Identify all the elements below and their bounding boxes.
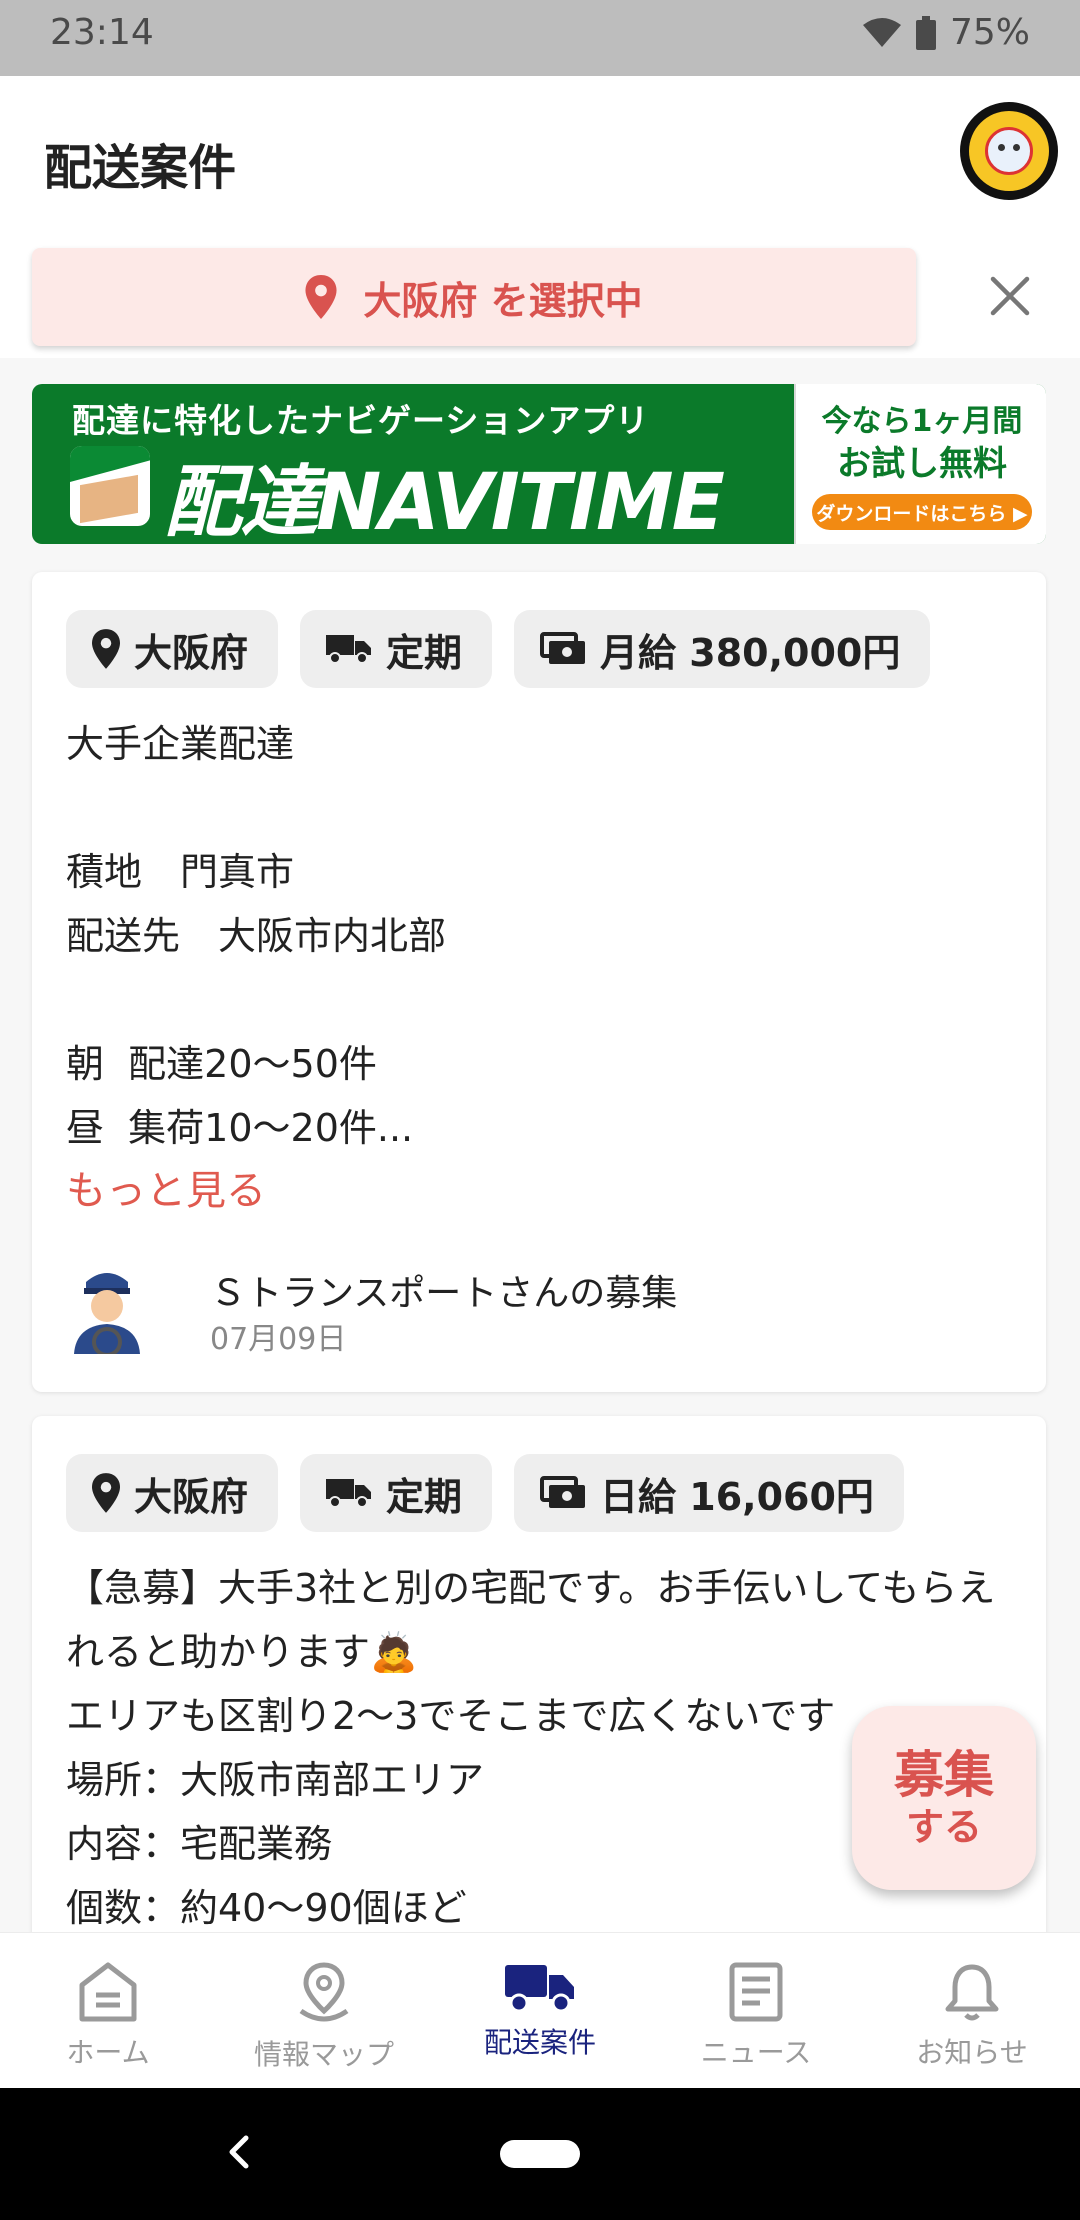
truck-icon bbox=[326, 1479, 372, 1508]
job-tags: 大阪府 定期 日給 16,060円 bbox=[66, 1454, 904, 1532]
job-type-label: 定期 bbox=[386, 1474, 463, 1519]
post-job-label-line1: 募集 bbox=[894, 1746, 994, 1804]
banner-promo-line2: お試し無料 bbox=[837, 444, 1007, 484]
job-list[interactable]: 配達に特化したナビゲーションアプリ 配達NAVITIME 今なら1ヶ月間 お試し… bbox=[0, 358, 1080, 1932]
pay-label: 月給 380,000円 bbox=[600, 630, 901, 675]
region-filter-chip[interactable]: 大阪府 を選択中 bbox=[32, 248, 916, 346]
banner-promo-line1: 今なら1ヶ月間 bbox=[821, 404, 1023, 439]
post-date: 07月09日 bbox=[210, 1322, 347, 1357]
nav-home[interactable]: ホーム bbox=[0, 1933, 216, 2088]
money-icon bbox=[540, 632, 586, 664]
job-type-tag: 定期 bbox=[300, 1454, 493, 1532]
home-gesture-pill[interactable] bbox=[500, 2140, 580, 2168]
prefecture-tag: 大阪府 bbox=[66, 1454, 279, 1532]
map-pin-icon bbox=[299, 1962, 349, 2022]
job-type-tag: 定期 bbox=[300, 610, 493, 688]
news-icon bbox=[729, 1962, 783, 2022]
home-icon bbox=[79, 1962, 137, 2022]
banner-download-button[interactable]: ダウンロードはこちら ▶ bbox=[812, 494, 1032, 530]
page-title: 配送案件 bbox=[44, 140, 237, 196]
nav-info-map-label: 情報マップ bbox=[253, 2038, 394, 2071]
post-job-label-line2: する bbox=[905, 1805, 982, 1849]
banner-main: 配達に特化したナビゲーションアプリ 配達NAVITIME bbox=[32, 384, 792, 544]
bell-icon bbox=[945, 1964, 999, 2021]
cat-mascot-icon bbox=[985, 127, 1033, 175]
region-filter-label: 大阪府 を選択中 bbox=[363, 278, 643, 323]
job-card[interactable]: 大阪府 定期 月給 380,000円 大手企業配達 積地 門真市 配送先 大阪市… bbox=[32, 572, 1046, 1392]
prefecture-label: 大阪府 bbox=[134, 630, 249, 675]
job-type-label: 定期 bbox=[386, 630, 463, 675]
navitime-app-icon bbox=[70, 446, 150, 526]
nav-delivery-jobs-label: 配送案件 bbox=[483, 2026, 596, 2059]
truck-icon bbox=[326, 635, 372, 664]
nav-delivery-jobs[interactable]: 配送案件 bbox=[432, 1933, 648, 2088]
pay-tag: 月給 380,000円 bbox=[514, 610, 931, 688]
wifi-icon bbox=[862, 17, 901, 47]
truck-icon bbox=[505, 1965, 574, 2013]
banner-tagline: 配達に特化したナビゲーションアプリ bbox=[72, 401, 650, 440]
app-header: 配送案件 bbox=[0, 76, 1080, 236]
battery-icon bbox=[915, 15, 936, 50]
status-bar: 23:14 75% bbox=[0, 0, 1080, 76]
profile-avatar[interactable] bbox=[960, 102, 1058, 200]
location-pin-icon bbox=[92, 1473, 120, 1513]
close-icon bbox=[990, 276, 1030, 316]
location-pin-icon bbox=[305, 275, 337, 319]
banner-brand: 配達NAVITIME bbox=[164, 458, 725, 544]
avatar-badge bbox=[969, 111, 1049, 191]
job-tags: 大阪府 定期 月給 380,000円 bbox=[66, 610, 931, 688]
nav-info-map[interactable]: 情報マップ bbox=[216, 1933, 432, 2088]
poster-info: Ｓトランスポートさんの募集 07月09日 bbox=[66, 1264, 677, 1357]
pay-label: 日給 16,060円 bbox=[600, 1474, 874, 1519]
battery-level: 75% bbox=[949, 12, 1030, 53]
banner-promo: 今なら1ヶ月間 お試し無料 ダウンロードはこちら ▶ bbox=[794, 384, 1046, 544]
job-description: 大手企業配達 積地 門真市 配送先 大阪市内北部 朝 配達20〜50件 昼 集荷… bbox=[66, 722, 447, 1150]
status-time: 23:14 bbox=[50, 12, 154, 53]
bottom-nav: ホーム 情報マップ 配送案件 ニュース お知らせ bbox=[0, 1932, 1080, 2088]
system-nav-bar bbox=[0, 2088, 1080, 2220]
nav-notifications[interactable]: お知らせ bbox=[864, 1933, 1080, 2088]
nav-news-label: ニュース bbox=[700, 2036, 812, 2069]
region-filter-bar: 大阪府 を選択中 bbox=[0, 236, 1080, 358]
post-job-button[interactable]: 募集 する bbox=[852, 1706, 1036, 1890]
location-pin-icon bbox=[92, 629, 120, 669]
prefecture-tag: 大阪府 bbox=[66, 610, 279, 688]
status-indicators: 75% bbox=[862, 12, 1030, 53]
navitime-ad-banner[interactable]: 配達に特化したナビゲーションアプリ 配達NAVITIME 今なら1ヶ月間 お試し… bbox=[32, 384, 1046, 544]
nav-home-label: ホーム bbox=[66, 2036, 150, 2069]
back-icon[interactable] bbox=[226, 2134, 252, 2170]
poster-name: Ｓトランスポートさんの募集 bbox=[210, 1273, 678, 1314]
nav-news[interactable]: ニュース bbox=[648, 1933, 864, 2088]
money-icon bbox=[540, 1476, 586, 1508]
driver-avatar-icon bbox=[74, 1273, 140, 1354]
read-more-link[interactable]: もっと見る bbox=[66, 1158, 266, 1216]
clear-region-button[interactable] bbox=[980, 266, 1040, 326]
prefecture-label: 大阪府 bbox=[134, 1474, 249, 1519]
nav-notifications-label: お知らせ bbox=[916, 2036, 1028, 2069]
pay-tag: 日給 16,060円 bbox=[514, 1454, 904, 1532]
